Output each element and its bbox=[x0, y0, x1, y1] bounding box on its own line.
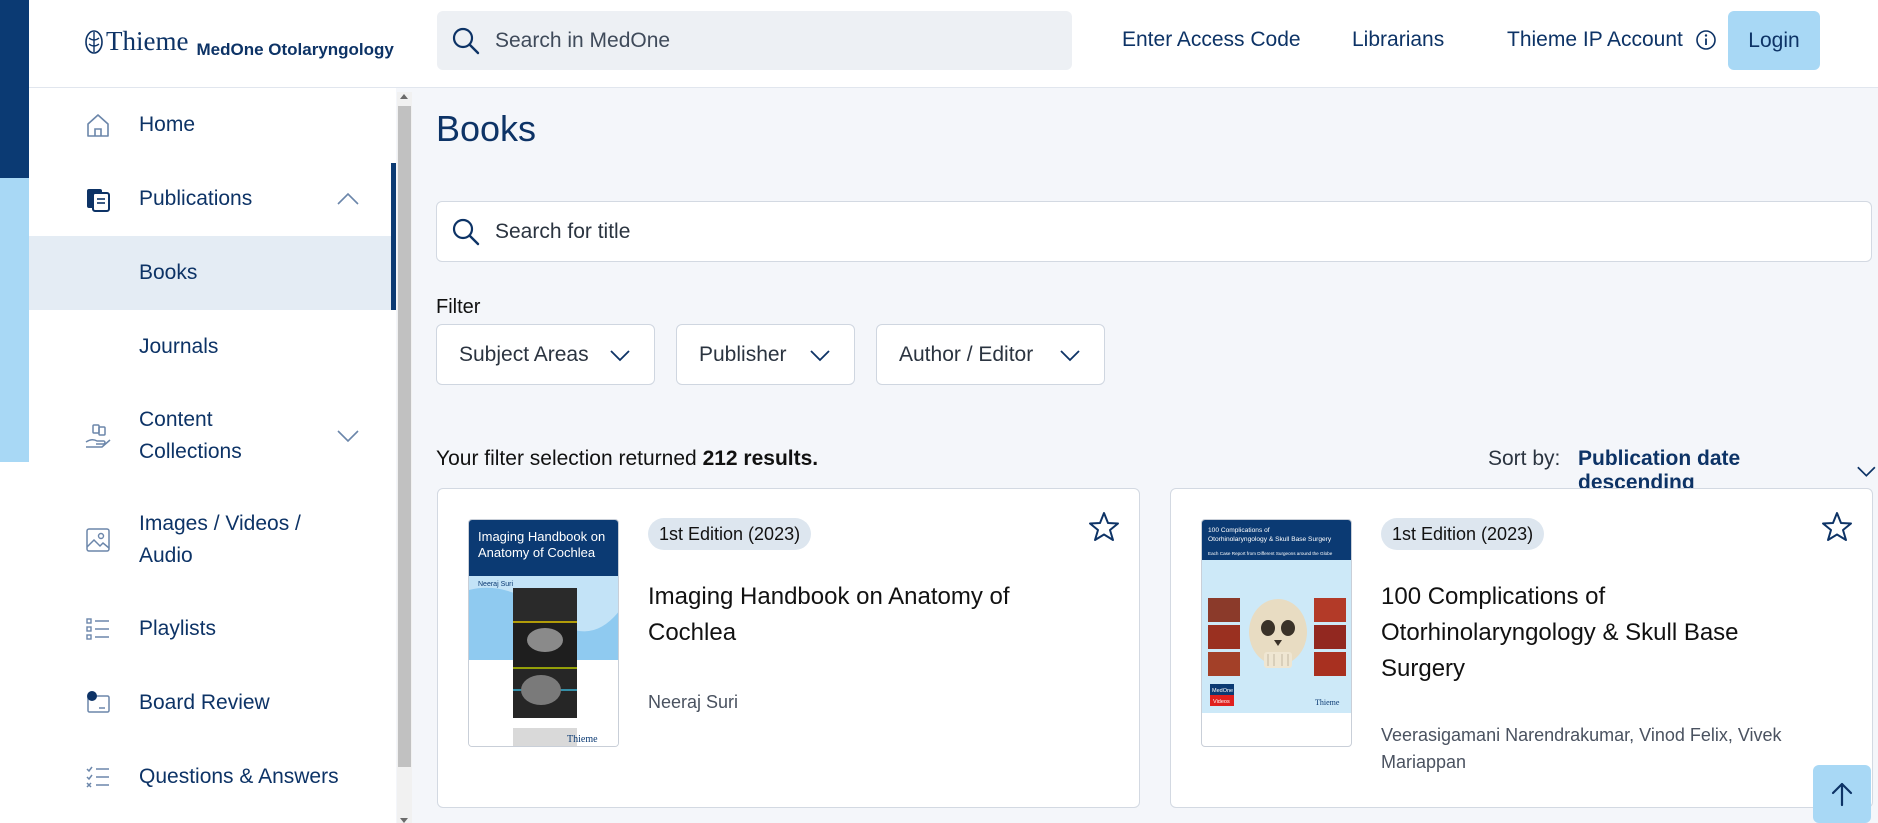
enter-access-code-link[interactable]: Enter Access Code bbox=[1122, 28, 1301, 52]
book-cover[interactable]: Imaging Handbook on Anatomy of Cochlea N… bbox=[468, 519, 619, 747]
sidebar-item-board-review[interactable]: Board Review bbox=[29, 666, 396, 740]
sidebar-item-books[interactable]: Books bbox=[29, 236, 396, 310]
sort-label: Sort by: bbox=[1488, 447, 1561, 470]
sidebar-item-label: Journals bbox=[139, 335, 219, 358]
product-name: MedOne Otolaryngology bbox=[196, 39, 394, 59]
publications-icon bbox=[83, 184, 113, 214]
edition-badge: 1st Edition (2023) bbox=[648, 518, 812, 550]
results-count: 212 results. bbox=[702, 447, 819, 470]
home-icon bbox=[83, 110, 113, 140]
chevron-down-icon bbox=[610, 349, 630, 361]
sidebar-scroll-thumb[interactable] bbox=[398, 106, 411, 767]
image-icon bbox=[83, 525, 113, 555]
accent-strip-light bbox=[0, 178, 29, 462]
search-icon bbox=[452, 27, 480, 54]
thieme-wordmark: Thieme bbox=[84, 26, 188, 57]
publisher-filter[interactable]: Publisher bbox=[676, 324, 855, 385]
back-to-top-button[interactable] bbox=[1813, 765, 1871, 823]
site-logo[interactable]: Thieme MedOne Otolaryngology bbox=[84, 26, 394, 60]
book-card[interactable]: Imaging Handbook on Anatomy of Cochlea N… bbox=[437, 488, 1140, 808]
accent-strip-white bbox=[0, 462, 29, 823]
thieme-ip-account-link[interactable]: Thieme IP Account bbox=[1507, 28, 1717, 52]
chevron-down-icon bbox=[1857, 466, 1876, 477]
board-review-icon bbox=[83, 688, 113, 718]
star-icon[interactable] bbox=[1087, 510, 1121, 544]
book-authors: Veerasigamani Narendrakumar, Vinod Felix… bbox=[1381, 725, 1782, 772]
page-title: Books bbox=[436, 108, 537, 149]
results-prefix: Your filter selection returned bbox=[436, 447, 697, 470]
ip-account-label: Thieme IP Account bbox=[1507, 28, 1683, 51]
book-cover-art: 100 Complications of Otorhinolaryngology… bbox=[1202, 520, 1351, 713]
search-icon bbox=[452, 218, 480, 245]
book-cover-art: Imaging Handbook on Anatomy of Cochlea N… bbox=[469, 520, 618, 746]
librarians-link[interactable]: Librarians bbox=[1352, 28, 1444, 52]
sidebar-item-label: Publications bbox=[139, 187, 253, 210]
star-icon[interactable] bbox=[1820, 510, 1854, 544]
sidebar-item-label: Questions & Answers bbox=[139, 765, 339, 788]
filter-label-text: Subject Areas bbox=[459, 342, 589, 366]
filter-label-text: Publisher bbox=[699, 342, 787, 366]
cover-author: Neeraj Suri bbox=[478, 581, 513, 588]
sidebar-nav: Home Publications Books Journals Content… bbox=[29, 88, 396, 823]
top-header: Thieme MedOne Otolaryngology Enter Acces… bbox=[29, 0, 1878, 88]
cover-title-line2: Anatomy of Cochlea bbox=[478, 545, 596, 560]
sidebar-item-publications[interactable]: Publications bbox=[29, 162, 396, 236]
sidebar-item-label: Board Review bbox=[139, 691, 270, 714]
sidebar-item-label: Home bbox=[139, 113, 196, 136]
book-title[interactable]: 100 Complications of Otorhinolaryngology… bbox=[1381, 579, 1771, 687]
accent-strip-dark bbox=[0, 0, 29, 178]
sidebar-item-content-collections[interactable]: Content Collections bbox=[29, 384, 396, 488]
book-title[interactable]: Imaging Handbook on Anatomy of Cochlea bbox=[648, 579, 1078, 651]
subject-areas-filter[interactable]: Subject Areas bbox=[436, 324, 655, 385]
book-card[interactable]: 100 Complications of Otorhinolaryngology… bbox=[1170, 488, 1873, 808]
filter-label: Filter bbox=[436, 296, 481, 318]
brand-name: Thieme bbox=[106, 26, 189, 56]
playlist-icon bbox=[83, 614, 113, 644]
cover-publisher: Thieme bbox=[567, 734, 598, 745]
global-search-input[interactable] bbox=[495, 28, 1055, 53]
cover-title-line1: 100 Complications of bbox=[1208, 527, 1270, 534]
title-search-input[interactable] bbox=[495, 219, 1795, 244]
sidebar-item-label: Content Collections bbox=[139, 408, 242, 463]
cover-title-line1: Imaging Handbook on bbox=[478, 529, 605, 544]
sidebar-item-home[interactable]: Home bbox=[29, 88, 396, 162]
info-icon[interactable] bbox=[1695, 29, 1717, 51]
book-authors: Neeraj Suri bbox=[648, 692, 739, 712]
cover-badge-line1: MedOne bbox=[1212, 688, 1233, 694]
cover-publisher: Thieme bbox=[1315, 698, 1340, 707]
results-summary: Your filter selection returned 212 resul… bbox=[436, 447, 818, 471]
cover-subtitle: Each Case Report from Different Surgeons… bbox=[1208, 551, 1333, 556]
edition-badge: 1st Edition (2023) bbox=[1381, 518, 1545, 550]
sidebar-item-label: Images / Videos / Audio bbox=[139, 512, 301, 567]
chevron-down-icon[interactable] bbox=[335, 423, 361, 449]
thieme-emblem-icon bbox=[85, 29, 103, 54]
chevron-down-icon bbox=[810, 349, 830, 361]
global-search-box[interactable] bbox=[437, 11, 1072, 70]
author-editor-filter[interactable]: Author / Editor bbox=[876, 324, 1105, 385]
sidebar-item-questions-answers[interactable]: Questions & Answers bbox=[29, 740, 396, 814]
sidebar-item-images-videos-audio[interactable]: Images / Videos / Audio bbox=[29, 488, 396, 592]
book-cover[interactable]: 100 Complications of Otorhinolaryngology… bbox=[1201, 519, 1352, 747]
collections-icon bbox=[83, 421, 113, 451]
qa-icon bbox=[83, 762, 113, 792]
sidebar-item-playlists[interactable]: Playlists bbox=[29, 592, 396, 666]
cover-badge-line2: Videos bbox=[1213, 699, 1230, 705]
chevron-up-icon[interactable] bbox=[335, 186, 361, 212]
scroll-down-arrow[interactable] bbox=[400, 818, 408, 823]
scroll-up-arrow[interactable] bbox=[400, 94, 408, 99]
sidebar-item-label: Playlists bbox=[139, 617, 217, 640]
title-search-box[interactable] bbox=[436, 201, 1872, 262]
chevron-down-icon bbox=[1060, 349, 1080, 361]
active-indicator bbox=[391, 163, 396, 310]
cover-title-line2: Otorhinolaryngology & Skull Base Surgery bbox=[1208, 536, 1332, 543]
filter-label-text: Author / Editor bbox=[899, 342, 1034, 366]
login-button[interactable]: Login bbox=[1728, 11, 1820, 70]
arrow-up-icon bbox=[1831, 782, 1853, 807]
sidebar-item-journals[interactable]: Journals bbox=[29, 310, 396, 384]
sidebar-item-label: Books bbox=[139, 261, 198, 284]
